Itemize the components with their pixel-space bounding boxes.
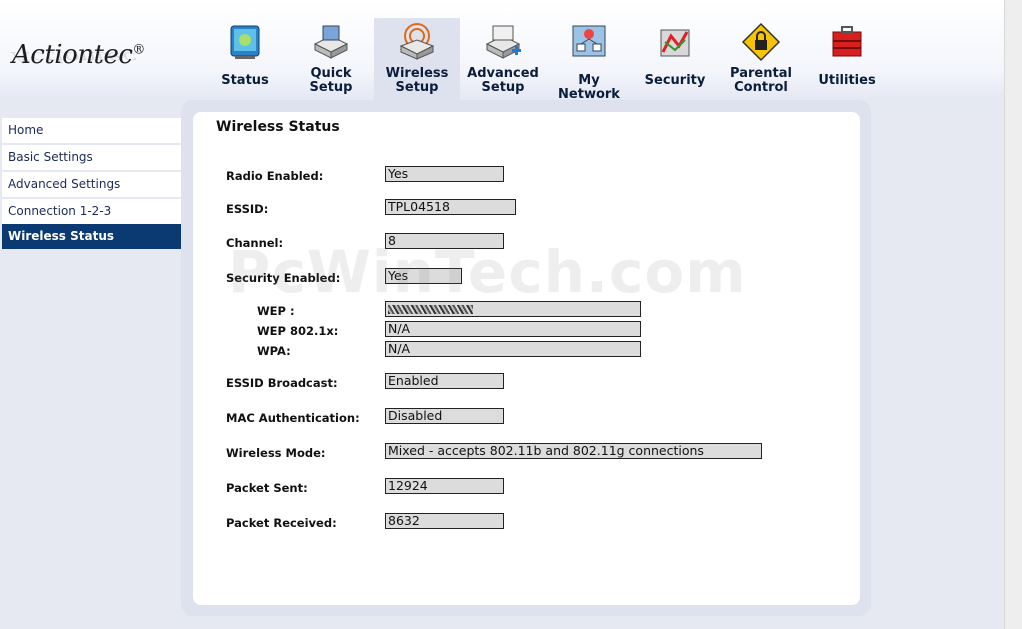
nav-wireless-setup[interactable]: Wireless Setup [374,18,460,100]
wireless-mode-value: Mixed - accepts 802.11b and 802.11g conn… [385,443,762,459]
status-icon [230,25,260,59]
essid-value: TPL04518 [385,199,516,215]
actiontec-logo: Actiontec® Actiontec [12,40,145,70]
wpa-label: WPA: [257,344,291,358]
vertical-scrollbar[interactable] [1004,0,1022,629]
security-enabled-value: Yes [385,268,462,284]
nav-advanced-setup[interactable]: Advanced Setup [460,18,546,100]
sidebar-item-home[interactable]: Home [2,118,182,143]
channel-label: Channel: [226,236,284,250]
top-header: Actiontec® Actiontec Status Quick Setup [0,0,1004,102]
nav-utilities[interactable]: Utilities [804,18,890,100]
sidebar-item-basic-settings[interactable]: Basic Settings [2,145,182,170]
quick-setup-icon [313,25,349,59]
security-enabled-label: Security Enabled: [226,271,341,285]
essid-broadcast-label: ESSID Broadcast: [226,376,338,390]
toolbox-icon [832,26,862,57]
nav-parental-control[interactable]: Parental Control [718,18,804,100]
sidebar-item-wireless-status[interactable]: Wireless Status [2,224,182,249]
packet-received-value: 8632 [385,513,504,529]
wep-label: WEP : [257,304,295,318]
main-nav: Status Quick Setup Wireless Setup Advanc… [202,18,890,102]
channel-value: 8 [385,233,504,249]
page-title: Wireless Status [216,119,340,135]
wireless-mode-label: Wireless Mode: [226,446,326,460]
nav-status[interactable]: Status [202,18,288,100]
nav-quick-setup[interactable]: Quick Setup [288,18,374,100]
packet-sent-value: 12924 [385,478,504,494]
radio-enabled-value: Yes [385,166,504,182]
mac-authentication-value: Disabled [385,408,504,424]
radio-enabled-label: Radio Enabled: [226,169,324,183]
essid-broadcast-value: Enabled [385,373,504,389]
security-icon [660,29,690,57]
masked-key-graphic [388,305,473,314]
wep-8021x-label: WEP 802.1x: [257,324,339,338]
padlock-warning-icon [741,22,781,62]
wep-8021x-value: N/A [385,321,641,337]
nav-my-network[interactable]: My Network [546,18,632,102]
sidebar-item-connection-123[interactable]: Connection 1-2-3 [2,199,182,224]
content-panel-inner [193,112,860,605]
wep-value [385,301,641,317]
mac-authentication-label: MAC Authentication: [226,411,360,425]
essid-label: ESSID: [226,202,269,216]
wireless-setup-icon [399,23,435,60]
my-network-icon [572,25,606,57]
advanced-setup-icon [485,25,521,59]
packet-received-label: Packet Received: [226,516,337,530]
nav-security[interactable]: Security [632,18,718,100]
wpa-value: N/A [385,341,641,357]
packet-sent-label: Packet Sent: [226,481,308,495]
sidebar-item-advanced-settings[interactable]: Advanced Settings [2,172,182,197]
